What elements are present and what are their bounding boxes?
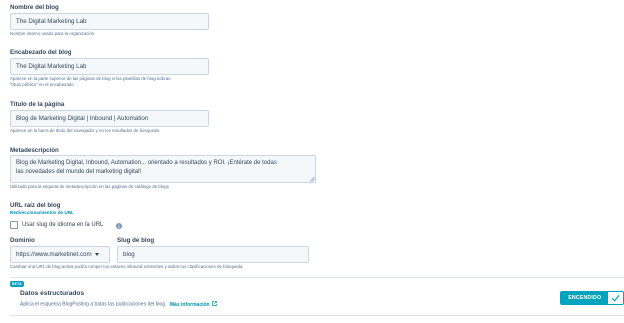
meta-description-line2: las novedades del mundo del marketing di… xyxy=(16,168,142,175)
blog-slug-label: Slug de blog xyxy=(117,237,155,244)
meta-description-line1: Blog de Marketing Digital, Inbound, Auto… xyxy=(16,160,277,166)
domain-label: Dominio xyxy=(10,237,35,244)
resize-handle-icon[interactable] xyxy=(309,176,315,182)
external-link-icon[interactable] xyxy=(212,301,217,306)
page-title-help: Aparece en la barra de título del navega… xyxy=(10,128,159,133)
domain-select-value: https://www.marketinet.com xyxy=(16,251,92,258)
meta-description-textarea[interactable]: Blog de Marketing Digital, Inbound, Auto… xyxy=(10,155,316,183)
structured-data-toggle[interactable]: ENCENDIDO xyxy=(560,291,624,305)
url-redirects-link[interactable]: Redireccionamientos de URL xyxy=(10,210,74,215)
root-url-label: URL raíz del blog xyxy=(10,202,61,209)
toggle-label: ENCENDIDO xyxy=(561,292,609,304)
language-slug-label: Usar slug de idioma en la URL xyxy=(22,222,104,228)
domain-select[interactable]: https://www.marketinet.com xyxy=(10,246,110,263)
blog-name-label: Nombre del blog xyxy=(10,4,59,11)
blog-name-help: Nombre interno usado para la organizació… xyxy=(10,31,95,36)
meta-description-help: Utilizado para la etiqueta de metadescri… xyxy=(10,184,169,189)
root-url-help: Cambiar una URL de blog activa podría ro… xyxy=(10,264,243,269)
beta-badge: BETA xyxy=(10,281,24,287)
info-icon[interactable]: i xyxy=(116,223,122,229)
chevron-down-icon xyxy=(94,253,99,256)
check-icon xyxy=(608,292,623,304)
blog-settings-page: Nombre del blog The Digital Marketing La… xyxy=(0,0,624,323)
blog-header-help-line2: "título público" en el encabezado xyxy=(10,82,74,87)
structured-data-description-row: Aplica el esquema BlogPosting a todas la… xyxy=(20,301,217,308)
blog-slug-input[interactable]: blog xyxy=(117,246,309,263)
blog-name-input[interactable]: The Digital Marketing Lab xyxy=(10,13,209,30)
page-title-input[interactable]: Blog de Marketing Digital | Inbound | Au… xyxy=(10,110,209,127)
more-info-link[interactable]: Más información xyxy=(170,302,210,308)
section-divider-bottom xyxy=(10,315,624,316)
language-slug-checkbox[interactable] xyxy=(10,221,18,229)
meta-description-label: Metadescripción xyxy=(10,147,59,154)
section-divider xyxy=(10,277,624,278)
page-title-label: Título de la página xyxy=(10,101,65,108)
structured-data-description: Aplica el esquema BlogPosting a todas la… xyxy=(20,301,167,308)
structured-data-title: Datos estructurados xyxy=(20,290,85,297)
blog-header-input[interactable]: The Digital Marketing Lab xyxy=(10,58,209,75)
blog-header-label: Encabezado del blog xyxy=(10,49,72,56)
